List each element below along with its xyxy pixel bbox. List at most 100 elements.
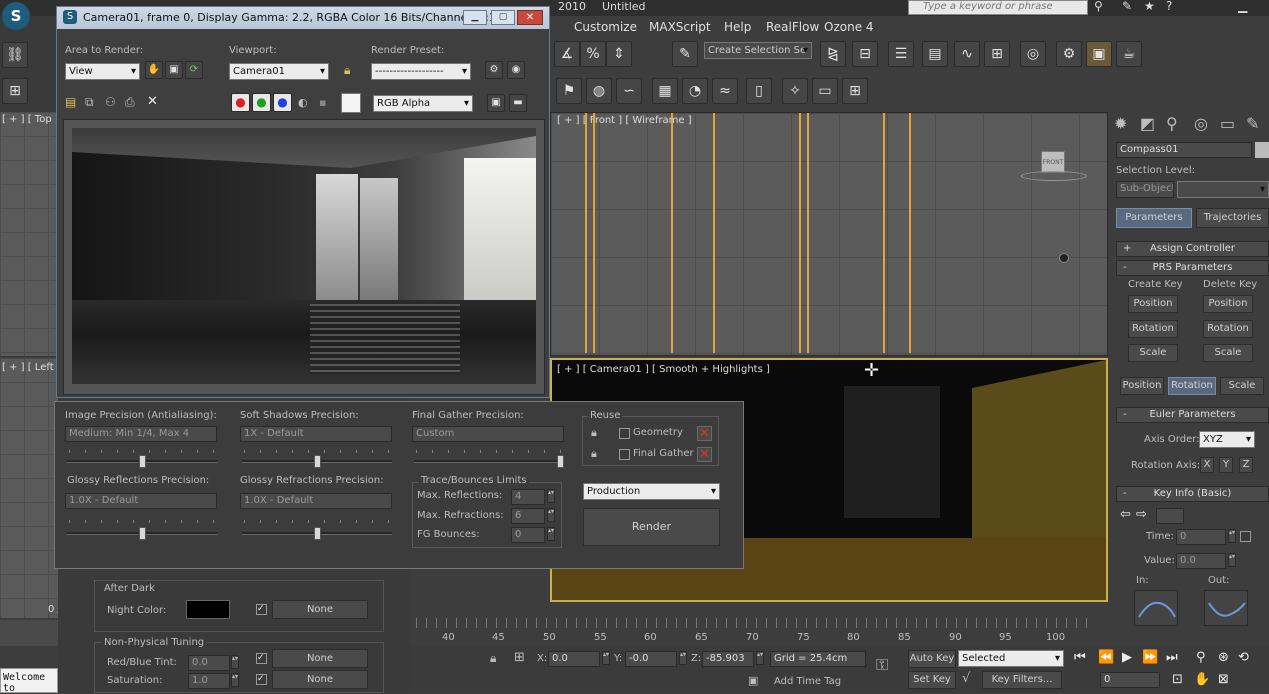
key-icon[interactable]: ⚿ xyxy=(876,655,888,675)
time-spinner[interactable]: ▴▾ xyxy=(1228,529,1236,543)
maximize-viewport-icon[interactable]: ⊠ xyxy=(1218,672,1229,687)
viewcube[interactable]: FRONT xyxy=(1021,151,1087,185)
subobject-dropdown[interactable] xyxy=(1177,181,1269,198)
final-gather-slider[interactable] xyxy=(414,455,564,468)
mirror-icon[interactable]: ⧎ xyxy=(820,41,846,67)
notes-icon[interactable]: ▯ xyxy=(746,78,772,104)
rb-tint-map-button[interactable]: None xyxy=(272,649,368,668)
glossy-reflections-knob[interactable] xyxy=(139,527,146,540)
render-mode-dropdown[interactable]: Production xyxy=(583,483,720,500)
glossy-reflections-slider[interactable] xyxy=(67,527,217,540)
add-time-tag[interactable]: Add Time Tag xyxy=(774,676,841,687)
layer-manager-icon[interactable]: ☰ xyxy=(888,41,914,67)
orbit-icon[interactable]: ⊛ xyxy=(1218,650,1229,665)
cloth-icon[interactable]: ▦ xyxy=(652,78,678,104)
euler-parameters-rollout[interactable]: - Euler Parameters xyxy=(1116,407,1269,423)
set-key-button[interactable]: Set Key xyxy=(908,671,956,689)
modify-tab-icon[interactable]: ◩ xyxy=(1140,114,1155,133)
time-lock-checkbox[interactable] xyxy=(1240,531,1251,542)
clear-geometry-cache-button[interactable]: ✕ xyxy=(697,426,712,441)
x-coordinate-field[interactable]: 0.0 xyxy=(548,651,600,667)
image-precision-knob[interactable] xyxy=(139,455,146,468)
create-position-key-button[interactable]: Position xyxy=(1128,295,1178,313)
display-channel-dropdown[interactable]: RGB Alpha xyxy=(373,95,473,112)
menu-help[interactable]: Help xyxy=(724,20,751,34)
menu-ozone[interactable]: Ozone 4 xyxy=(824,20,874,34)
render-preset-dropdown[interactable]: ------------------- xyxy=(371,63,471,80)
delete-rotation-key-button[interactable]: Rotation xyxy=(1203,320,1253,338)
object-name-field[interactable]: Compass01 xyxy=(1116,142,1252,158)
create-scale-key-button[interactable]: Scale xyxy=(1128,344,1178,362)
soft-shadows-knob[interactable] xyxy=(314,455,321,468)
save-image-icon[interactable]: ▤ xyxy=(65,95,76,109)
absolute-mode-icon[interactable]: ⊞ xyxy=(514,650,525,665)
play-icon[interactable]: ▶ xyxy=(1122,650,1132,665)
viewport-dropdown[interactable]: Camera01 xyxy=(229,63,329,80)
zoom-icon[interactable]: ⚲ xyxy=(1196,650,1206,665)
material-editor-icon[interactable]: ◎ xyxy=(1020,41,1046,67)
final-gather-knob[interactable] xyxy=(557,455,564,468)
saturation-field[interactable]: 1.0 xyxy=(188,673,230,689)
in-tangent-icon[interactable] xyxy=(1134,590,1178,626)
toggle-ui-icon[interactable]: ▣ xyxy=(487,94,505,112)
toy-icon[interactable]: ◔ xyxy=(682,78,708,104)
out-tangent-icon[interactable] xyxy=(1204,590,1248,626)
position-mode-button[interactable]: Position xyxy=(1120,377,1164,395)
preview-icon[interactable]: ▭ xyxy=(812,78,838,104)
auto-key-button[interactable]: Auto Key xyxy=(908,650,956,668)
viewport-left[interactable]: [ + ] [ Left ] xyxy=(0,358,61,618)
max-refractions-field[interactable]: 6 xyxy=(511,508,545,524)
pan-icon[interactable]: ⟲ xyxy=(1238,650,1249,665)
value-spinner[interactable]: ▴▾ xyxy=(1228,553,1236,567)
fg-bounces-field[interactable]: 0 xyxy=(511,527,545,543)
analyze-icon[interactable]: ✧ xyxy=(782,78,808,104)
saturation-checkbox[interactable]: ✓ xyxy=(256,674,267,685)
x-spinner[interactable]: ▴▾ xyxy=(602,651,610,665)
rotation-axis-x-button[interactable]: X xyxy=(1200,457,1214,473)
green-channel-button[interactable]: ● xyxy=(252,93,271,112)
tools-icon[interactable]: ✎ xyxy=(1122,0,1132,13)
hierarchy-tab-icon[interactable]: ⚲ xyxy=(1166,114,1178,133)
y-spinner[interactable]: ▴▾ xyxy=(679,651,687,665)
simulate-icon[interactable]: ⊞ xyxy=(842,78,868,104)
delete-scale-key-button[interactable]: Scale xyxy=(1203,344,1253,362)
selection-set-dropdown[interactable]: Create Selection Se xyxy=(704,42,812,59)
viewcube-face[interactable]: FRONT xyxy=(1041,151,1065,173)
reuse-fg-lock-icon[interactable]: 🔒︎ xyxy=(591,447,597,461)
prs-parameters-rollout[interactable]: - PRS Parameters xyxy=(1116,260,1269,276)
night-color-map-button[interactable]: None xyxy=(272,600,368,619)
axis-order-dropdown[interactable]: XYZ xyxy=(1199,431,1255,448)
color-swatch-icon[interactable] xyxy=(341,93,361,113)
frame-maximize-button[interactable]: ▢ xyxy=(491,10,515,25)
z-spinner[interactable]: ▴▾ xyxy=(756,651,764,665)
alpha-channel-icon[interactable]: ◐ xyxy=(298,96,308,109)
minimize-app-icon[interactable]: ▁ xyxy=(1238,0,1247,13)
selection-filter-dropdown[interactable]: Selected xyxy=(958,650,1064,667)
graphite-icon[interactable]: ▤ xyxy=(922,41,948,67)
help-icon[interactable]: ? xyxy=(1166,0,1172,13)
image-precision-slider[interactable] xyxy=(67,455,217,468)
edit-named-sel-icon[interactable]: ✎ xyxy=(672,41,698,67)
reuse-fg-checkbox[interactable] xyxy=(619,449,630,460)
render-setup-icon[interactable]: ⚙ xyxy=(1056,41,1082,67)
lock-viewport-icon[interactable]: 🔒︎ xyxy=(344,63,350,78)
schematic-icon[interactable]: ⊞ xyxy=(984,41,1010,67)
subobject-button[interactable]: Sub-Object xyxy=(1116,181,1174,198)
align-icon[interactable]: ⊟ xyxy=(852,41,878,67)
fg-bounces-spinner[interactable]: ▴▾ xyxy=(547,527,555,541)
link-icon[interactable]: ⛓ xyxy=(2,42,28,68)
menu-customize[interactable]: Customize xyxy=(574,20,637,34)
copy-image-icon[interactable]: ⧉ xyxy=(85,95,94,110)
spinner-snap-icon[interactable]: ⇕ xyxy=(606,41,632,67)
search-icon[interactable]: ⚲ xyxy=(1094,0,1103,13)
clear-icon[interactable]: ✕ xyxy=(147,94,158,109)
soft-shadows-field[interactable]: 1X - Default xyxy=(240,426,392,442)
next-key-icon[interactable]: ⇨ xyxy=(1136,507,1147,522)
render-frame-icon[interactable]: ▣ xyxy=(1086,41,1112,67)
clone-window-icon[interactable]: ⚇ xyxy=(105,95,116,109)
hierarchy-icon[interactable]: ⊞ xyxy=(2,78,28,104)
clear-fg-cache-button[interactable]: ✕ xyxy=(697,447,712,462)
soft-shadows-slider[interactable] xyxy=(242,455,392,468)
max-reflections-field[interactable]: 4 xyxy=(511,489,545,505)
search-box[interactable]: Type a keyword or phrase xyxy=(908,0,1088,15)
